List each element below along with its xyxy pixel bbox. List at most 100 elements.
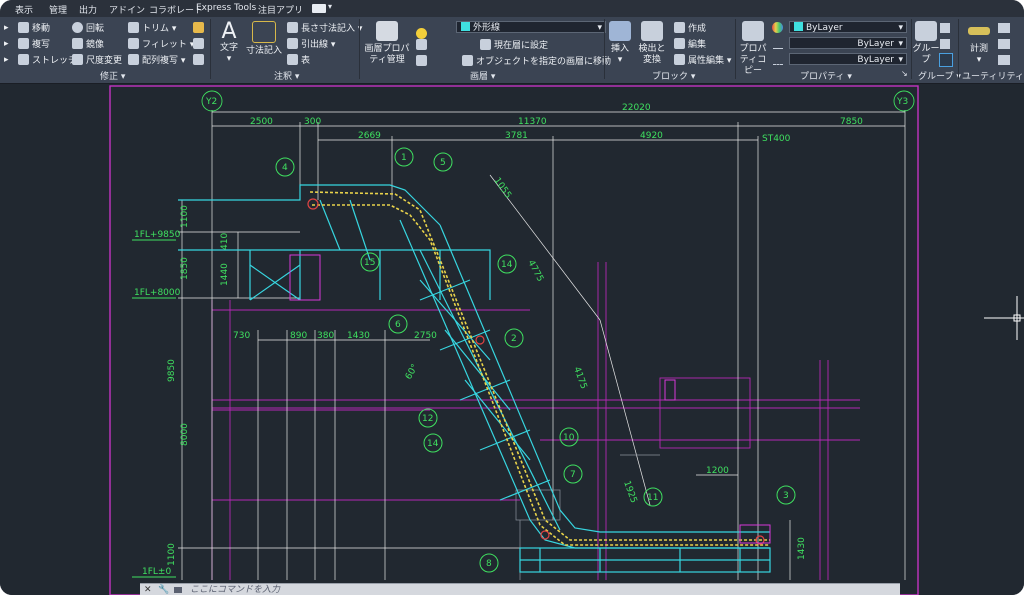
dialog-launcher-icon[interactable]: ↘ [901,69,908,78]
dimension-text: 4920 [640,131,663,141]
layer-color-swatch [461,22,470,31]
match-properties-button[interactable]: プロパティコピー [737,21,769,77]
fillet-button[interactable]: フィレット ▾ [128,38,194,51]
detect-convert-button[interactable]: 検出と変換 [636,21,668,66]
table-button[interactable]: 表 [287,54,310,67]
panel-label-groups[interactable]: グループ ▾ [918,69,961,82]
lineweight-dropdown[interactable]: ByLayer ▾ [789,37,907,49]
dimension-text: 2750 [414,331,437,341]
layer-tool-icon [416,55,427,66]
trim-icon [128,22,139,33]
dimension-button[interactable]: 寸法記入 [246,21,282,57]
copy-button[interactable]: 複写 [18,38,50,51]
trim-button[interactable]: トリム ▾ [128,22,176,35]
tab-manage[interactable]: 管理 [49,3,67,16]
trim-label: トリム [142,24,170,34]
wrench-icon[interactable]: 🔧 [158,584,169,595]
command-input[interactable]: ここにコマンドを入力 [190,584,280,595]
scale-button[interactable]: 尺度変更 [72,54,122,67]
panel-label-text: 画層 [470,72,489,82]
divider [604,19,605,79]
edit-attributes-button[interactable]: 属性編集 ▾ [674,54,731,67]
callout-bubble: 7 [563,464,583,484]
layer-state-icons[interactable] [416,22,454,39]
panel-label-block[interactable]: ブロック ▾ [652,69,695,82]
detect-convert-icon [641,21,663,41]
text-button[interactable]: A 文字 ▾ [216,21,242,65]
layer-tool-icons[interactable] [416,39,430,52]
match-properties-label: プロパティコピー [739,44,767,76]
drawing-svg: Y2 Y3 22020 2500 300 11370 7850 2669 378… [109,85,1024,595]
explode-button[interactable] [193,38,207,51]
tab-featured-apps[interactable]: 注目アプリ [258,3,303,16]
dimension-icon [252,21,276,43]
tab-view[interactable]: 表示 [15,3,33,16]
dimension-text: 2669 [358,131,381,141]
array-button[interactable]: 配列複写 ▾ [128,54,185,67]
chevron-down-icon[interactable]: ▾ [328,2,332,11]
command-line[interactable]: ✕ 🔧 ここにコマンドを入力 [140,583,900,595]
ungroup-icon[interactable] [940,23,950,33]
dimension-text: 410 [220,233,230,250]
panel-label-utilities[interactable]: ユーティリティ ▾ [962,69,1024,82]
tab-express-tools[interactable]: Express Tools [196,3,256,13]
dimension-text: 1925 [621,480,638,505]
group-label: グループ [912,44,940,65]
lightbulb-icon [416,28,427,39]
brush-icon[interactable] [193,22,207,35]
drawing-canvas[interactable]: Y2 Y3 22020 2500 300 11370 7850 2669 378… [0,84,1024,595]
color-dropdown[interactable]: ByLayer ▾ [789,21,907,33]
panel-label-text: 注釈 [274,72,293,82]
move-button[interactable]: 移動 [18,22,50,35]
tab-collaborate[interactable]: コラボレート [149,3,203,16]
quick-select-icon[interactable] [998,23,1010,33]
create-block-label: 作成 [688,24,707,34]
edit-block-button[interactable]: 編集 [674,38,706,51]
tab-output[interactable]: 出力 [79,3,97,16]
text-icon: A [221,19,237,44]
id-point-icon[interactable] [998,55,1010,65]
callout-text: 14 [501,260,513,270]
set-current-layer-button[interactable]: 現在層に設定 [480,39,548,52]
more-icon[interactable]: ▸ [4,55,9,66]
dimension-text: 1850 [180,257,190,280]
group-edit-icon[interactable] [940,39,950,49]
measure-button[interactable]: 計測 ▾ [964,21,994,66]
create-block-button[interactable]: 作成 [674,22,706,35]
group-select-icon[interactable] [939,53,953,67]
leader-icon [287,38,298,49]
ribbon-toggle-icon[interactable] [312,4,326,13]
chevron-down-icon: ▾ [976,55,982,65]
stretch-button[interactable]: ストレッチ [18,54,77,67]
app-window: 表示 管理 出力 アドイン コラボレート Express Tools 注目アプリ… [0,0,1024,595]
linetype-dropdown[interactable]: ByLayer ▾ [789,53,907,65]
insert-label: 挿入 [610,44,629,54]
ribbon-tab-bar: 表示 管理 出力 アドイン コラボレート Express Tools 注目アプリ… [0,0,1024,17]
close-icon[interactable]: ✕ [144,584,152,595]
layer-dropdown[interactable]: 外形線 ▾ [456,21,606,33]
more-icon[interactable]: ▸ [4,23,9,34]
panel-label-layers[interactable]: 画層 ▾ [470,69,495,82]
move-to-layer-button[interactable]: オブジェクトを指定の画層に移動 [462,55,611,68]
rotate-button[interactable]: 回転 [72,22,104,35]
layer-dropdown-value: 外形線 [473,23,501,33]
dimension-text: 890 [290,331,307,341]
panel-label-modify[interactable]: 修正 ▾ [100,69,125,82]
panel-label-annotation[interactable]: 注釈 ▾ [274,69,299,82]
lineweight-icon [773,39,783,49]
dimension-text: 1100 [180,205,190,228]
calculator-icon[interactable] [998,39,1010,49]
group-button[interactable]: グループ [912,21,940,66]
mirror-button[interactable]: 鏡像 [72,38,104,51]
insert-button[interactable]: 挿入 ▾ [606,21,634,66]
layer-tool-icons[interactable] [416,55,430,68]
linear-dimension-button[interactable]: 長さ寸法記入 ▾ [287,22,362,35]
color-wheel-icon [772,22,783,33]
tab-addins[interactable]: アドイン [109,3,145,16]
offset-button[interactable] [193,54,207,67]
layer-properties-button[interactable]: 画層プロパティ管理 [362,21,412,66]
leader-button[interactable]: 引出線 ▾ [287,38,335,51]
panel-label-properties[interactable]: プロパティ ▾ [800,69,852,82]
callout-text: 1 [401,153,407,163]
more-icon[interactable]: ▸ [4,39,9,50]
